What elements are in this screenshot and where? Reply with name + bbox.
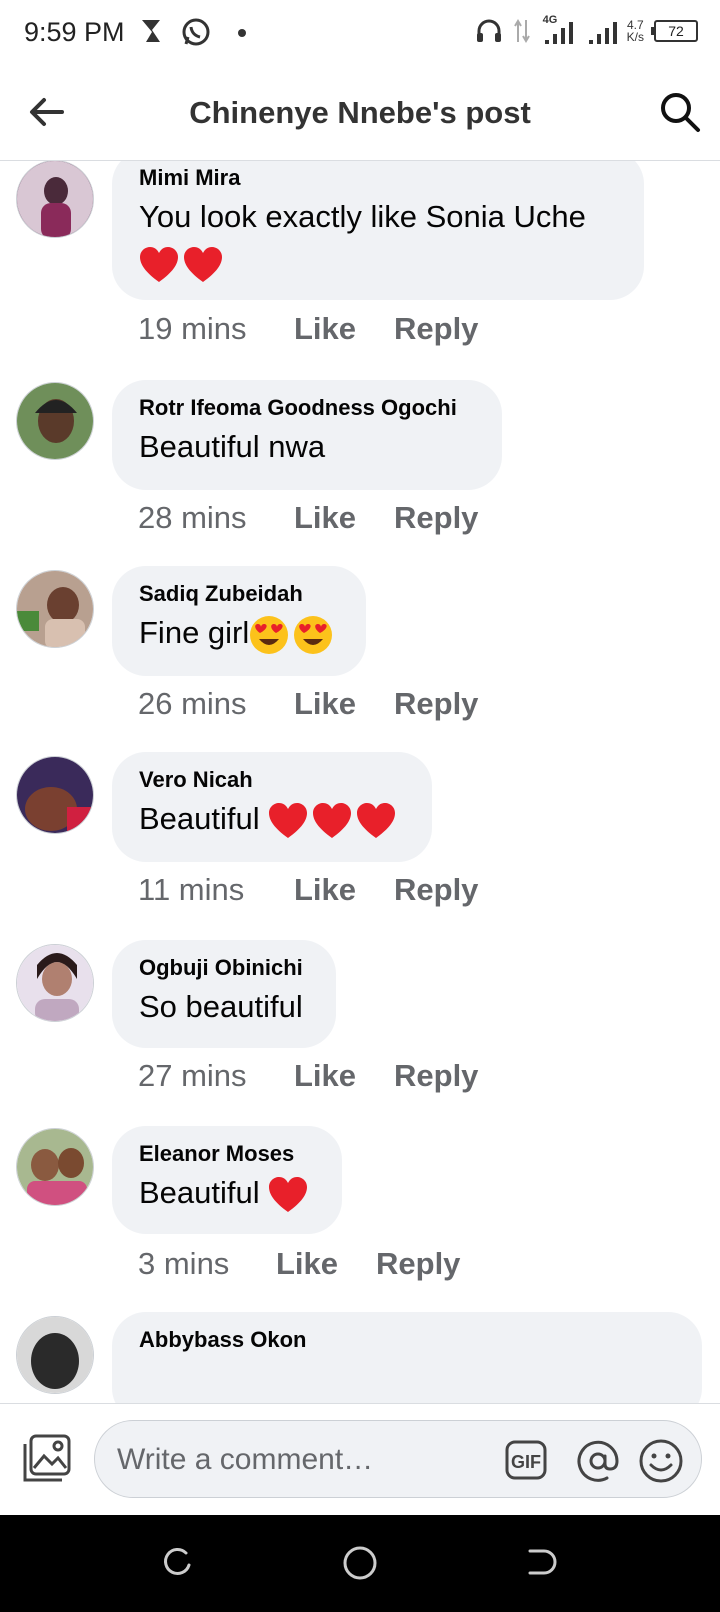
like-button[interactable]: Like: [276, 1246, 376, 1282]
whatsapp-icon: [182, 18, 210, 46]
status-icons: 4G 4.7 K/s 72: [475, 14, 698, 48]
commenter-name[interactable]: Ogbuji Obinichi: [139, 954, 308, 982]
avatar[interactable]: [16, 944, 94, 1022]
signal-4g-icon: 4G: [541, 14, 577, 46]
comment-actions: 28 mins Like Reply: [138, 500, 478, 536]
comment-actions: 19 mins Like Reply: [138, 311, 478, 347]
comment-bubble[interactable]: Vero Nicah Beautiful: [112, 752, 432, 862]
status-time: 9:59 PM: [24, 17, 125, 47]
comment-text: Fine girl: [139, 610, 338, 656]
comment-bubble[interactable]: Abbybass Okon: [112, 1312, 702, 1403]
comment-input[interactable]: Write a comment… GIF: [94, 1420, 702, 1498]
avatar[interactable]: [16, 160, 94, 238]
reply-button[interactable]: Reply: [376, 1246, 460, 1282]
comment-bubble[interactable]: Mimi Mira You look exactly like Sonia Uc…: [112, 160, 644, 300]
comment-text: So beautiful: [139, 989, 303, 1024]
emoji-icon[interactable]: [638, 1438, 684, 1484]
comment-bubble[interactable]: Eleanor Moses Beautiful: [112, 1126, 342, 1234]
commenter-name[interactable]: Sadiq Zubeidah: [139, 580, 338, 608]
mention-icon[interactable]: [575, 1438, 621, 1484]
comment-text-content: Beautiful: [139, 1175, 260, 1210]
comment-text: You look exactly like Sonia Uche: [139, 194, 616, 286]
signal-icon: [588, 22, 617, 44]
red-heart-icon: [313, 802, 352, 838]
comment-composer: Write a comment… GIF: [0, 1403, 720, 1516]
reply-button[interactable]: Reply: [394, 872, 478, 908]
post-header: Chinenye Nnebe's post: [0, 66, 720, 161]
commenter-name[interactable]: Mimi Mira: [139, 164, 616, 192]
comment-time: 3 mins: [138, 1246, 230, 1281]
heart-eyes-emoji-icon: [294, 615, 333, 654]
red-heart-icon: [269, 802, 308, 838]
comment-time: 11 mins: [138, 872, 245, 907]
battery-level: 72: [668, 23, 684, 39]
commenter-name[interactable]: Rotr Ifeoma Goodness Ogochi: [139, 394, 474, 422]
avatar[interactable]: [16, 1316, 94, 1394]
reply-button[interactable]: Reply: [394, 1058, 478, 1094]
red-heart-icon: [184, 246, 222, 282]
commenter-name[interactable]: Vero Nicah: [139, 766, 404, 794]
data-transfer-icon: [513, 19, 530, 43]
comment-time: 19 mins: [138, 311, 247, 346]
speed-unit: K/s: [626, 30, 644, 44]
notification-dot: [238, 29, 246, 37]
network-speed: 4.7 K/s: [627, 19, 644, 43]
comment-placeholder: Write a comment…: [117, 1443, 374, 1476]
comment-time: 28 mins: [138, 500, 247, 535]
avatar[interactable]: [16, 1128, 94, 1206]
gif-icon[interactable]: GIF: [505, 1440, 547, 1480]
comment-text: Beautiful nwa: [139, 429, 326, 464]
comment-text: Beautiful: [139, 1170, 314, 1216]
comment-actions: 26 mins Like Reply: [138, 686, 478, 722]
reply-button[interactable]: Reply: [394, 500, 478, 536]
comment-text-content: You look exactly like Sonia Uche: [139, 199, 586, 234]
comment-bubble[interactable]: Ogbuji Obinichi So beautiful: [112, 940, 336, 1048]
avatar[interactable]: [16, 382, 94, 460]
avatar[interactable]: [16, 570, 94, 648]
battery-icon: 72: [651, 20, 698, 42]
back-nav-icon[interactable]: [524, 1545, 558, 1579]
comment-text-content: Beautiful: [139, 801, 260, 836]
recent-apps-icon[interactable]: [160, 1545, 194, 1579]
photo-icon[interactable]: [22, 1434, 72, 1484]
comment-text: Beautiful: [139, 796, 404, 842]
comment-actions: 3 mins Like Reply: [138, 1246, 460, 1282]
gif-label: GIF: [511, 1452, 541, 1472]
like-button[interactable]: Like: [294, 872, 394, 908]
comment-bubble[interactable]: Sadiq Zubeidah Fine girl: [112, 566, 366, 676]
comment-actions: 11 mins Like Reply: [138, 872, 478, 908]
red-heart-icon: [357, 802, 396, 838]
status-bar: 9:59 PM 4G 4.7 K/s 72: [0, 0, 720, 66]
reply-button[interactable]: Reply: [394, 311, 478, 347]
search-icon[interactable]: [658, 90, 702, 134]
comment-actions: 27 mins Like Reply: [138, 1058, 478, 1094]
home-icon[interactable]: [342, 1545, 378, 1581]
like-button[interactable]: Like: [294, 686, 394, 722]
heart-eyes-emoji-icon: [250, 615, 289, 654]
comment-bubble[interactable]: Rotr Ifeoma Goodness Ogochi Beautiful nw…: [112, 380, 502, 490]
app-notification-icon: [142, 20, 160, 42]
headphones-icon: [476, 19, 501, 42]
like-button[interactable]: Like: [294, 311, 394, 347]
system-nav-bar: [0, 1515, 720, 1612]
commenter-name[interactable]: Abbybass Okon: [139, 1326, 674, 1354]
commenter-name[interactable]: Eleanor Moses: [139, 1140, 314, 1168]
like-button[interactable]: Like: [294, 1058, 394, 1094]
red-heart-icon: [269, 1176, 308, 1212]
comment-text-content: Fine girl: [139, 615, 250, 650]
reply-button[interactable]: Reply: [394, 686, 478, 722]
comment-time: 26 mins: [138, 686, 247, 721]
page-title: Chinenye Nnebe's post: [189, 95, 531, 130]
comments-list: Mimi Mira You look exactly like Sonia Uc…: [0, 160, 720, 1403]
red-heart-icon: [140, 246, 178, 282]
avatar[interactable]: [16, 756, 94, 834]
like-button[interactable]: Like: [294, 500, 394, 536]
comment-time: 27 mins: [138, 1058, 247, 1093]
